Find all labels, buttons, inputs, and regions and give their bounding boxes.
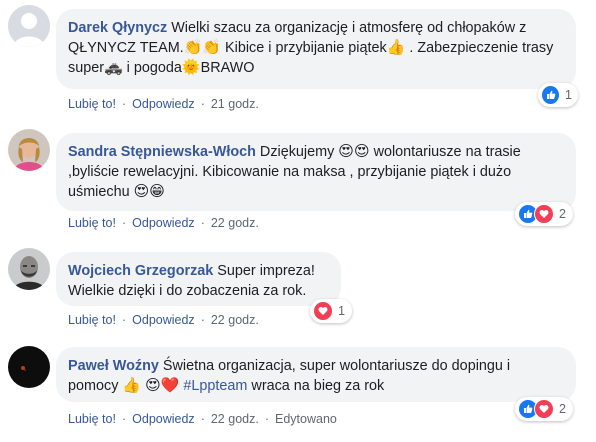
- reaction-summary[interactable]: 2: [515, 397, 573, 421]
- reaction-count: 1: [565, 88, 572, 102]
- comment-text: BRAWO: [200, 60, 255, 76]
- comment-text: Kibice i przybijanie piątek: [221, 40, 387, 56]
- sun-emoji: 🌞: [181, 59, 201, 76]
- grinning-emoji: 😁: [149, 183, 165, 200]
- comment-bubble: Darek Qłynycz Wielki szacu za organizację…: [56, 9, 576, 89]
- comment-timestamp[interactable]: 22 godz.: [211, 313, 259, 327]
- hashtag-link[interactable]: #Lppteam: [183, 378, 247, 394]
- clap-emoji: 👏: [202, 39, 222, 56]
- like-reaction-icon: [541, 85, 561, 105]
- comment-author[interactable]: Darek Qłynycz: [68, 20, 167, 36]
- reaction-summary[interactable]: 2: [515, 202, 573, 226]
- reply-link[interactable]: Odpowiedz: [132, 313, 195, 327]
- avatar[interactable]: [8, 5, 50, 47]
- reaction-count: 2: [559, 207, 566, 221]
- comment-bubble: Sandra Stępniewska-Włoch Dziękujemy 😍😍 wo…: [56, 133, 576, 211]
- heart-eyes-emoji: 😍: [133, 183, 150, 200]
- reply-link[interactable]: Odpowiedz: [132, 97, 195, 111]
- comment-text: Dziękujemy: [259, 144, 335, 160]
- comment-text: wraca na bieg za rok: [247, 378, 385, 394]
- comment-timestamp[interactable]: 22 godz.: [211, 412, 259, 426]
- user-photo-icon: [8, 129, 50, 171]
- comment-text: i pogoda: [122, 60, 182, 76]
- comment-timestamp[interactable]: 22 godz.: [211, 216, 259, 230]
- red-heart-emoji: ❤️: [160, 377, 180, 394]
- comment-bubble: Wojciech Grzegorzak Super impreza! Wielkie…: [56, 252, 341, 306]
- reaction-count: 2: [559, 402, 566, 416]
- love-reaction-icon: [534, 204, 554, 224]
- edited-label[interactable]: Edytowano: [275, 412, 337, 426]
- comment-actions: Lubię to! · Odpowiedz · 22 godz. · Edytowano: [68, 412, 337, 426]
- heart-eyes-emoji: 😍: [145, 377, 161, 394]
- comment-actions: Lubię to! · Odpowiedz · 21 godz.: [68, 97, 259, 111]
- comment-timestamp[interactable]: 21 godz.: [211, 97, 259, 111]
- comment-text: Super impreza!: [217, 263, 315, 279]
- comment-author[interactable]: Paweł Woźny: [68, 358, 159, 374]
- avatar[interactable]: [8, 346, 50, 388]
- heart-eyes-emoji: 😍: [338, 143, 354, 160]
- clap-emoji: 👏: [183, 39, 203, 56]
- like-link[interactable]: Lubię to!: [68, 97, 116, 111]
- reaction-summary[interactable]: 1: [538, 83, 578, 107]
- like-link[interactable]: Lubię to!: [68, 313, 116, 327]
- thumbs-up-emoji: 👍: [386, 39, 406, 56]
- love-reaction-icon: [534, 399, 554, 419]
- user-photo-icon: [8, 248, 50, 290]
- heart-eyes-emoji: 😍: [353, 143, 370, 160]
- reply-link[interactable]: Odpowiedz: [132, 412, 195, 426]
- comment-actions: Lubię to! · Odpowiedz · 22 godz.: [68, 313, 259, 327]
- love-reaction-icon: [313, 301, 333, 321]
- comment-text: Wielkie dzięki i do zobaczenia za rok.: [68, 283, 307, 299]
- reaction-count: 1: [338, 304, 345, 318]
- like-link[interactable]: Lubię to!: [68, 412, 116, 426]
- comment-actions: Lubię to! · Odpowiedz · 22 godz.: [68, 216, 259, 230]
- default-avatar-icon: [8, 5, 50, 47]
- comment-author[interactable]: Wojciech Grzegorzak: [68, 263, 213, 279]
- like-link[interactable]: Lubię to!: [68, 216, 116, 230]
- avatar[interactable]: [8, 129, 50, 171]
- comment-bubble: Paweł Woźny Świetna organizacja, super wo…: [56, 347, 576, 402]
- comment-author[interactable]: Sandra Stępniewska-Włoch: [68, 144, 256, 160]
- user-photo-icon: [8, 346, 50, 388]
- thumbs-up-emoji: 👍: [122, 377, 142, 394]
- reaction-summary[interactable]: 1: [310, 299, 352, 323]
- reply-link[interactable]: Odpowiedz: [132, 216, 195, 230]
- avatar[interactable]: [8, 248, 50, 290]
- police-car-emoji: 🚓: [104, 59, 123, 76]
